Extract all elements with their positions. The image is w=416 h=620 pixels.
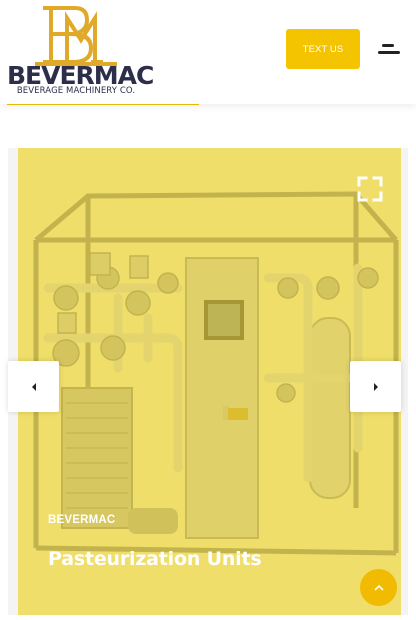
slider-prev-button[interactable] bbox=[8, 361, 59, 412]
bevermac-logo[interactable]: BEVERMAC BEVERAGE MACHINERY CO. bbox=[7, 4, 154, 96]
text-us-button[interactable]: TEXT US bbox=[286, 29, 360, 69]
slide-brand-label: BEVERMAC bbox=[48, 514, 116, 526]
site-header: BEVERMAC BEVERAGE MACHINERY CO. TEXT US bbox=[0, 0, 416, 104]
logo-wordmark: BEVERMAC bbox=[7, 61, 154, 90]
menu-bar-bottom bbox=[378, 51, 400, 54]
logo-monogram bbox=[35, 6, 117, 66]
slider-next-button[interactable] bbox=[350, 361, 401, 412]
menu-bar-top bbox=[382, 44, 394, 47]
yellow-overlay bbox=[18, 148, 401, 615]
scroll-to-top-button[interactable] bbox=[360, 569, 397, 606]
slide-title[interactable]: Pasteurization Units bbox=[48, 548, 262, 570]
hamburger-menu-icon[interactable] bbox=[376, 38, 404, 60]
slide-pasteurization-units[interactable]: BEVERMAC Pasteurization Units bbox=[18, 148, 401, 615]
logo-tagline: BEVERAGE MACHINERY CO. bbox=[16, 86, 136, 96]
fullscreen-expand-icon[interactable] bbox=[357, 176, 383, 202]
chevron-up-icon bbox=[373, 584, 384, 591]
caret-right-icon bbox=[373, 382, 378, 391]
caret-left-icon bbox=[31, 382, 36, 391]
